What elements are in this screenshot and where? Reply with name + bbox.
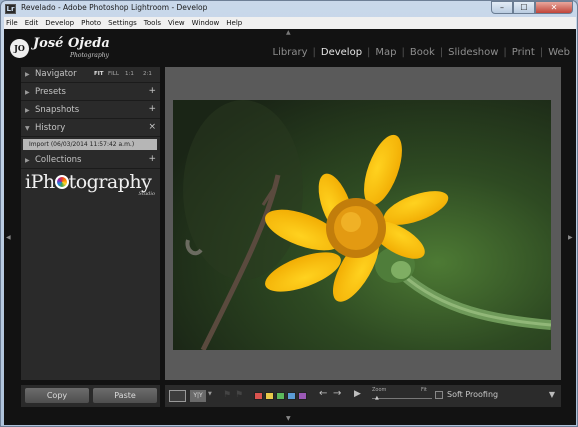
expand-triangle-icon[interactable]: ▶ — [25, 89, 30, 96]
before-after-button[interactable]: Y|Y — [190, 390, 206, 402]
aperture-logo-icon — [54, 175, 69, 189]
paste-button[interactable]: Paste — [93, 388, 157, 403]
image-view — [165, 67, 561, 380]
module-map[interactable]: Map — [375, 47, 396, 58]
menu-tools[interactable]: Tools — [144, 19, 161, 27]
identity-plate: JO José Ojeda Photography Library | Deve… — [4, 34, 576, 64]
collections-header[interactable]: ▶ Collections + — [21, 153, 160, 169]
previous-photo-icon[interactable]: ← — [319, 388, 327, 399]
module-picker: Library | Develop | Map | Book | Slidesh… — [272, 47, 570, 58]
navigator-header[interactable]: ▶ Navigator FIT FILL 1:1 2:1 — [21, 67, 160, 83]
studio-tagline: Studio — [138, 191, 155, 197]
menu-file[interactable]: File — [6, 19, 18, 27]
identity-name: José Ojeda — [33, 36, 110, 51]
color-label-red[interactable] — [254, 392, 263, 400]
zoom-fit-option[interactable]: FIT — [94, 71, 104, 77]
add-snapshot-icon[interactable]: + — [148, 104, 156, 114]
maximize-button[interactable]: ☐ — [513, 1, 535, 14]
lightroom-workspace: ▲ JO José Ojeda Photography Library | De… — [4, 29, 576, 425]
left-panel: ▶ Navigator FIT FILL 1:1 2:1 ▶ Presets +… — [21, 67, 160, 380]
zoom-fit-label: Fit — [421, 387, 427, 393]
module-book[interactable]: Book — [410, 47, 435, 58]
studio-logo: iPh tography Studio — [25, 171, 155, 197]
module-library[interactable]: Library — [273, 47, 308, 58]
color-label-purple[interactable] — [298, 392, 307, 400]
expand-triangle-icon[interactable]: ▶ — [25, 71, 30, 78]
flag-pick-icon[interactable]: ⚑ — [223, 390, 231, 400]
presets-label: Presets — [35, 87, 66, 97]
add-preset-icon[interactable]: + — [148, 86, 156, 96]
snapshots-header[interactable]: ▶ Snapshots + — [21, 103, 160, 119]
menu-settings[interactable]: Settings — [108, 19, 137, 27]
play-slideshow-icon[interactable]: ▶ — [354, 389, 361, 399]
module-slideshow[interactable]: Slideshow — [448, 47, 498, 58]
right-panel-toggle-icon[interactable]: ▶ — [568, 234, 573, 241]
zoom-slider[interactable] — [372, 398, 432, 399]
zoom-fill-option[interactable]: FILL — [108, 71, 119, 77]
history-entry[interactable]: Import (06/03/2014 11:57:42 a.m.) — [23, 139, 157, 150]
soft-proofing-label: Soft Proofing — [447, 390, 499, 399]
before-after-dropdown-icon[interactable]: ▼ — [208, 391, 212, 397]
navigator-label: Navigator — [35, 69, 77, 79]
copy-button[interactable]: Copy — [25, 388, 89, 403]
identity-subtitle: Photography — [70, 52, 109, 59]
expand-triangle-icon[interactable]: ▶ — [25, 157, 30, 164]
window-controls: – ☐ ✕ — [491, 1, 573, 14]
history-label: History — [35, 123, 66, 133]
module-web[interactable]: Web — [548, 47, 570, 58]
menu-bar: File Edit Develop Photo Settings Tools V… — [4, 17, 576, 29]
title-bar: Lr Revelado - Adobe Photoshop Lightroom … — [1, 1, 577, 17]
next-photo-icon[interactable]: → — [333, 388, 341, 399]
soft-proofing-checkbox[interactable] — [435, 391, 443, 399]
expand-triangle-icon[interactable]: ▶ — [25, 107, 30, 114]
collapse-triangle-icon[interactable]: ▼ — [25, 125, 30, 132]
history-header[interactable]: ▼ History × — [21, 121, 160, 137]
zoom-label: Zoom — [372, 387, 387, 393]
loupe-view-button[interactable] — [169, 390, 186, 402]
lightroom-app-icon[interactable]: Lr — [5, 4, 16, 14]
yellow-flower-image — [173, 100, 551, 350]
snapshots-label: Snapshots — [35, 105, 80, 115]
zoom-slider-thumb-icon[interactable]: ▲ — [375, 395, 379, 401]
menu-edit[interactable]: Edit — [25, 19, 39, 27]
add-collection-icon[interactable]: + — [148, 154, 156, 164]
filmstrip-toggle-icon[interactable]: ▼ — [286, 415, 291, 422]
presets-header[interactable]: ▶ Presets + — [21, 85, 160, 101]
close-button[interactable]: ✕ — [535, 1, 573, 14]
minimize-button[interactable]: – — [491, 1, 513, 14]
menu-view[interactable]: View — [168, 19, 185, 27]
flag-reject-icon[interactable]: ⚑ — [235, 390, 243, 400]
zoom-1-1-option[interactable]: 1:1 — [125, 71, 134, 77]
color-label-green[interactable] — [276, 392, 285, 400]
collections-label: Collections — [35, 155, 82, 165]
clear-history-icon[interactable]: × — [148, 122, 156, 132]
app-window: Lr Revelado - Adobe Photoshop Lightroom … — [0, 0, 578, 427]
menu-help[interactable]: Help — [226, 19, 242, 27]
window-title: Revelado - Adobe Photoshop Lightroom - D… — [21, 3, 208, 12]
zoom-2-1-option[interactable]: 2:1 — [143, 71, 152, 77]
menu-photo[interactable]: Photo — [81, 19, 101, 27]
module-develop[interactable]: Develop — [321, 47, 362, 58]
photo-preview[interactable] — [173, 100, 551, 350]
left-panel-footer: Copy Paste — [21, 385, 160, 407]
toolbar-options-dropdown-icon[interactable]: ▼ — [549, 390, 555, 399]
menu-develop[interactable]: Develop — [45, 19, 74, 27]
module-print[interactable]: Print — [512, 47, 535, 58]
develop-toolbar: Y|Y ▼ ⚑ ⚑ ← → ▶ Zoom Fit ▲ Soft Proofing… — [165, 385, 561, 407]
identity-monogram-logo: JO — [10, 39, 29, 58]
left-panel-toggle-icon[interactable]: ◀ — [6, 234, 11, 241]
color-label-blue[interactable] — [287, 392, 296, 400]
menu-window[interactable]: Window — [192, 19, 220, 27]
color-label-yellow[interactable] — [265, 392, 274, 400]
